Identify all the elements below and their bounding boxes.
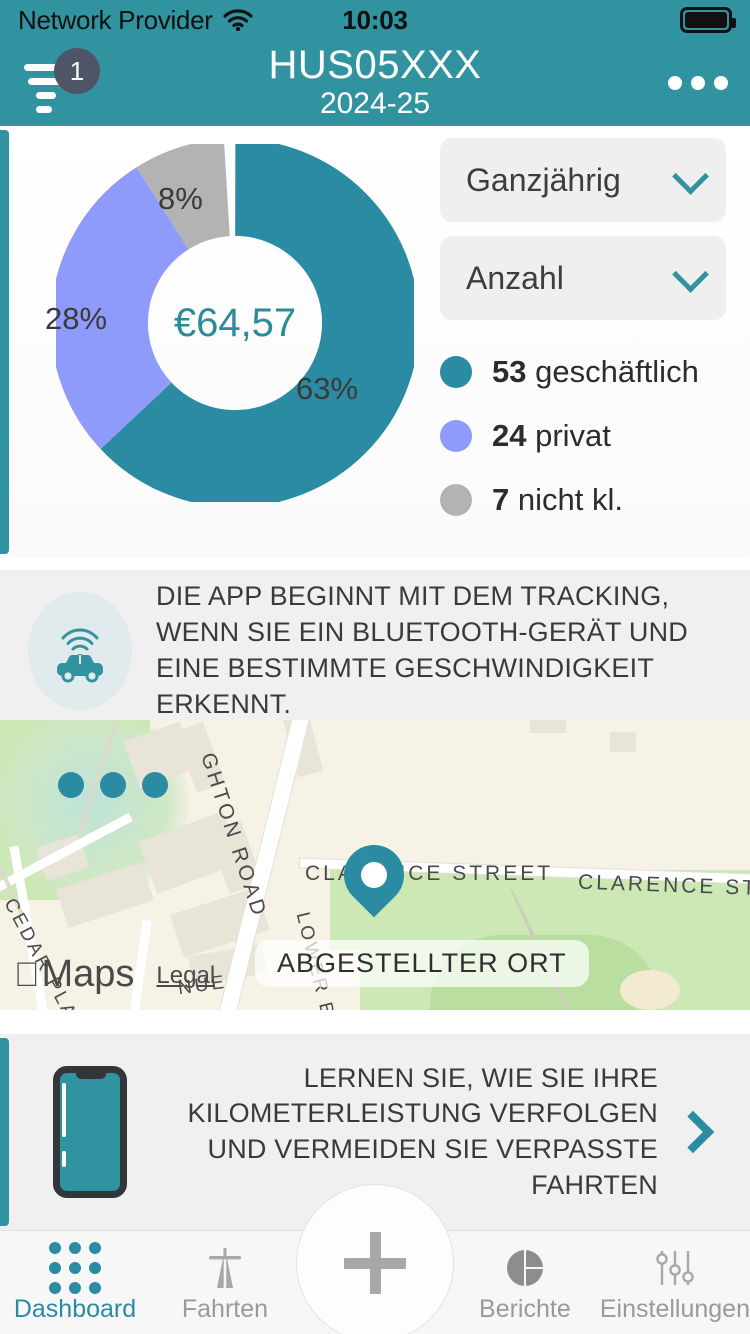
apple-maps-logo: Maps <box>14 953 134 995</box>
tracking-description: DIE APP BEGINNT MIT DEM TRACKING, WENN S… <box>156 581 688 719</box>
highway-icon <box>203 1245 247 1291</box>
period-select-label: Ganzjährig <box>466 161 621 198</box>
pie-chart-icon <box>503 1245 547 1291</box>
page-subtitle: 2024-25 <box>319 86 431 120</box>
legend-item-privat[interactable]: 24 privat <box>440 418 726 454</box>
metric-select[interactable]: Anzahl <box>440 236 726 320</box>
donut-chart: €64,57 63% 28% 8% <box>0 126 440 558</box>
battery-full-icon <box>680 7 736 33</box>
plus-icon <box>369 1232 381 1294</box>
status-bar: Network Provider 10:03 <box>0 0 750 40</box>
tab-label: Dashboard <box>13 1295 137 1323</box>
period-select[interactable]: Ganzjährig <box>440 138 726 222</box>
apple-logo-icon:  <box>14 958 40 992</box>
map-attribution: Maps Legal <box>14 953 215 996</box>
filter-icon[interactable]: 1 <box>22 48 100 114</box>
legend-color-swatch <box>440 484 472 516</box>
dashboard-grid-icon <box>48 1242 101 1294</box>
status-bar-right <box>680 7 736 33</box>
map-pin-icon[interactable] <box>331 832 417 918</box>
legend-label: 53 geschäftlich <box>492 354 699 389</box>
clock: 10:03 <box>342 4 408 35</box>
tab-fahrten[interactable]: Fahrten <box>150 1231 300 1324</box>
promo-text: LERNEN SIE, WIE SIE IHRE KILOMETERLEISTU… <box>187 1062 658 1200</box>
sliders-icon <box>651 1245 699 1291</box>
app-header: 1 HUS05XXX 2024-25 <box>0 40 750 126</box>
add-button[interactable] <box>297 1185 453 1334</box>
donut-center-value: €64,57 <box>173 300 297 345</box>
tab-label: Fahrten <box>181 1295 269 1323</box>
donut-label-geschaeftlich: 63% <box>296 371 359 406</box>
donut-label-privat: 28% <box>45 301 108 336</box>
legend-item-nicht-klassifiziert[interactable]: 7 nicht kl. <box>440 482 726 518</box>
parked-location-label: ABGESTELLTER ORT <box>255 940 589 987</box>
metric-select-label: Anzahl <box>466 259 564 296</box>
tab-dashboard[interactable]: Dashboard <box>0 1231 150 1324</box>
donut-label-nicht-klassifiziert: 8% <box>158 181 203 216</box>
header-title-block: HUS05XXX 2024-25 <box>0 42 750 121</box>
chevron-down-icon <box>672 256 709 293</box>
more-horizontal-icon[interactable] <box>668 76 728 90</box>
smartphone-icon <box>0 1066 180 1198</box>
chart-card: €64,57 63% 28% 8% Ganzjährig Anzahl 53 g… <box>0 126 750 558</box>
more-horizontal-icon[interactable] <box>58 772 168 798</box>
legend-item-geschaeftlich[interactable]: 53 geschäftlich <box>440 354 726 390</box>
page-title: HUS05XXX <box>268 42 482 87</box>
tab-label: Einstellungen <box>599 1295 750 1323</box>
tab-label: Berichte <box>479 1295 571 1323</box>
chevron-right-icon[interactable] <box>671 1110 715 1154</box>
legend-label: 24 privat <box>492 418 611 453</box>
legend-color-swatch <box>440 420 472 452</box>
map-street-label: CLARENCE STREET <box>305 862 554 885</box>
legend-color-swatch <box>440 356 472 388</box>
legend-label: 7 nicht kl. <box>492 482 623 517</box>
filter-badge: 1 <box>54 48 100 94</box>
tracking-info: DIE APP BEGINNT MIT DEM TRACKING, WENN S… <box>0 570 750 720</box>
tab-einstellungen[interactable]: Einstellungen <box>600 1231 750 1324</box>
map-sand-area <box>620 970 680 1010</box>
car-bluetooth-icon <box>28 592 132 710</box>
map-building <box>610 732 636 752</box>
tab-berichte[interactable]: Berichte <box>450 1231 600 1324</box>
legal-link[interactable]: Legal <box>156 962 215 996</box>
chart-legend: 53 geschäftlich 24 privat 7 nicht kl. <box>440 354 726 518</box>
map-building <box>530 720 566 733</box>
chevron-down-icon <box>672 158 709 195</box>
chart-controls: Ganzjährig Anzahl 53 geschäftlich 24 pri… <box>440 138 750 546</box>
